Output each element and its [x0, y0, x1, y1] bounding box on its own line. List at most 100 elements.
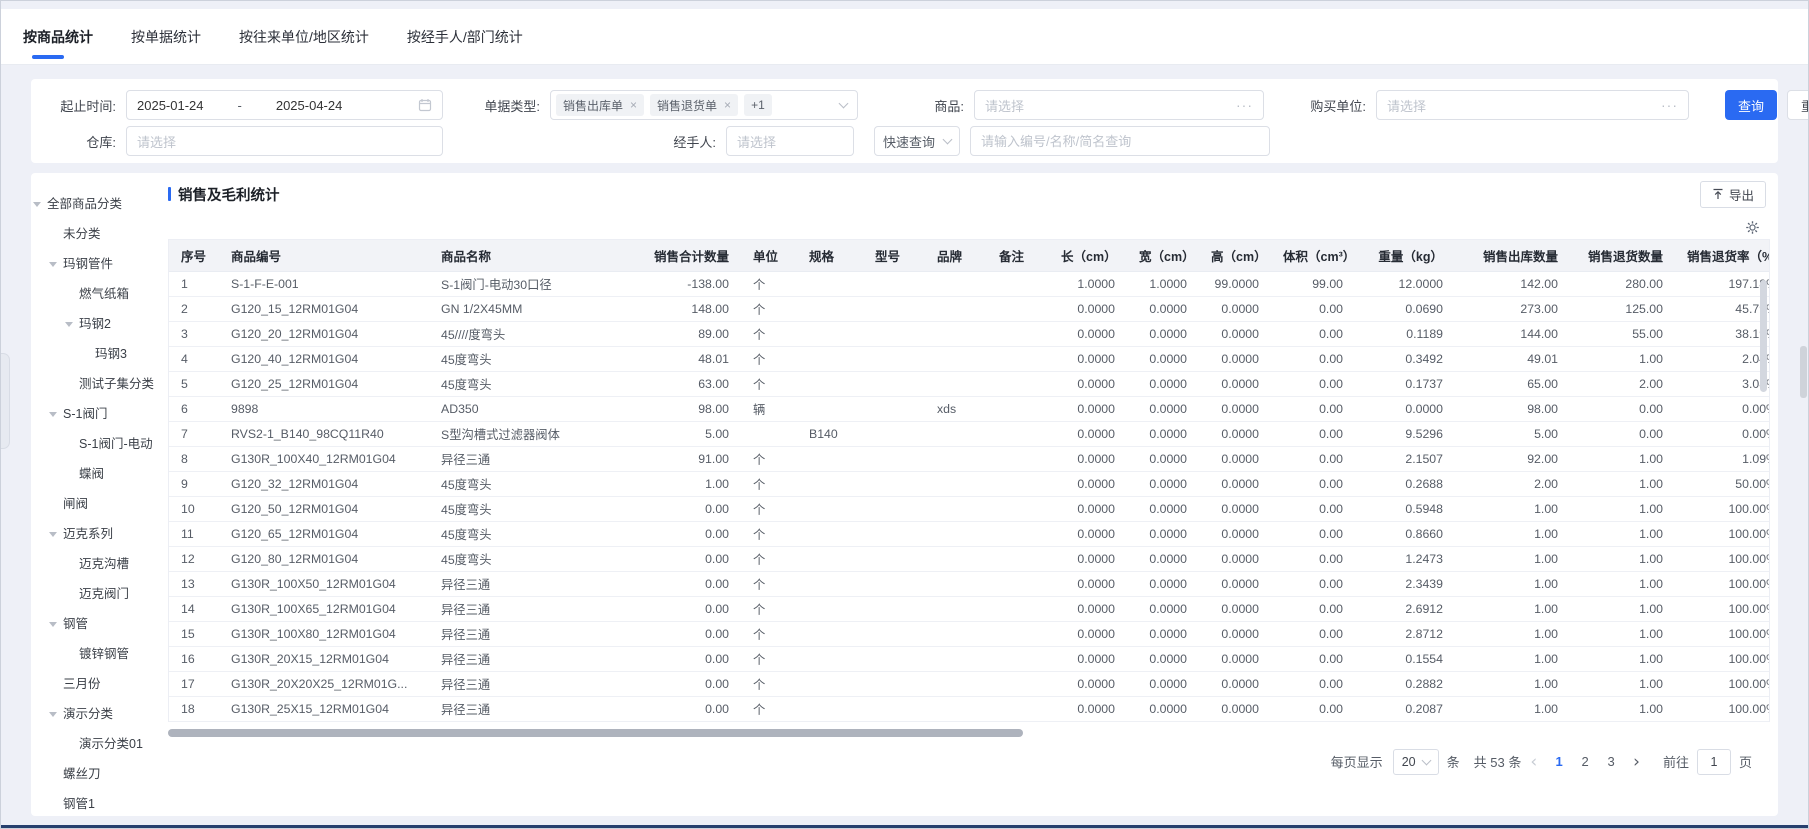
table-cell: 45度弯头	[429, 471, 624, 497]
quick-search-dropdown[interactable]: 快速查询	[874, 126, 960, 156]
table-cell: 1.00	[1455, 646, 1570, 672]
warehouse-select[interactable]: 请选择	[126, 126, 443, 156]
calendar-icon[interactable]	[418, 98, 432, 112]
tree-expand-icon[interactable]	[49, 261, 63, 267]
table-cell	[925, 496, 987, 522]
table-vertical-scrollbar[interactable]	[1760, 280, 1767, 392]
page-number[interactable]: 3	[1598, 754, 1624, 769]
buyer-select[interactable]: 请选择 ···	[1376, 90, 1689, 120]
tree-item[interactable]: 演示分类01	[33, 729, 166, 759]
keyword-search-input[interactable]	[970, 126, 1270, 156]
doc-type-more-tag[interactable]: +1	[744, 94, 772, 116]
prev-page-icon[interactable]: ‹	[1521, 752, 1546, 772]
page-number[interactable]: 1	[1546, 754, 1572, 769]
tag-close-icon[interactable]: ×	[630, 98, 637, 112]
table-cell	[863, 671, 925, 697]
table-cell: 个	[741, 646, 797, 672]
table-cell: 1.00	[1570, 646, 1675, 672]
tree-item[interactable]: 迈克系列	[33, 519, 166, 549]
tree-item[interactable]: 玛钢2	[33, 309, 166, 339]
tab-item[interactable]: 按经手人/部门统计	[407, 9, 523, 64]
goto-page-input[interactable]: 1	[1696, 748, 1731, 775]
table-cell	[925, 671, 987, 697]
table-cell: 0.0000	[1049, 421, 1127, 447]
sidebar-collapse-handle[interactable]	[1, 353, 10, 449]
date-range-picker[interactable]: 2025-01-24 - 2025-04-24	[126, 90, 443, 120]
table-cell: 0.0000	[1049, 321, 1127, 347]
handler-select[interactable]: 请选择	[726, 126, 854, 156]
tree-expand-icon[interactable]	[65, 321, 79, 327]
table-horizontal-scrollbar[interactable]	[168, 728, 1023, 737]
tree-expand-icon[interactable]	[49, 411, 63, 417]
table-cell: 个	[741, 571, 797, 597]
tree-item[interactable]: S-1阀门	[33, 399, 166, 429]
table-cell: 0.0000	[1199, 571, 1271, 597]
filter-row-1: 起止时间: 2025-01-24 - 2025-04-24 单据类型: 销售出库…	[53, 87, 1808, 123]
tree-item[interactable]: 螺丝刀	[33, 759, 166, 789]
tree-item[interactable]: 未分类	[33, 219, 166, 249]
tree-item[interactable]: S-1阀门-电动	[33, 429, 166, 459]
tree-item-label: 镀锌钢管	[79, 647, 130, 661]
tab-item[interactable]: 按商品统计	[23, 9, 93, 64]
tag-close-icon[interactable]: ×	[724, 98, 731, 112]
tree-expand-icon[interactable]	[33, 201, 47, 207]
table-cell: 1.0000	[1049, 271, 1127, 297]
tree-item[interactable]: 玛钢3	[33, 339, 166, 369]
tree-expand-icon	[49, 802, 63, 807]
doc-type-tag[interactable]: 销售出库单 ×	[556, 94, 645, 116]
page-vertical-scrollbar[interactable]	[1800, 346, 1807, 398]
per-page-select[interactable]: 20	[1392, 748, 1439, 775]
tree-item[interactable]: 测试子集分类	[33, 369, 166, 399]
query-button[interactable]: 查询	[1725, 90, 1778, 120]
product-select[interactable]: 请选择 ···	[974, 90, 1264, 120]
tab-item[interactable]: 按单据统计	[131, 9, 201, 64]
tree-item[interactable]: 全部商品分类	[33, 189, 166, 219]
table-cell: 50.00%	[1675, 471, 1769, 497]
table-cell: 1.00	[1570, 671, 1675, 697]
tree-expand-icon[interactable]	[49, 621, 63, 627]
tree-item[interactable]: 三月份	[33, 669, 166, 699]
table-cell: 100.00%	[1675, 546, 1769, 572]
tree-item[interactable]: 玛钢管件	[33, 249, 166, 279]
tree-item-label: 钢管1	[63, 797, 95, 810]
tree-item[interactable]: 蝶阀	[33, 459, 166, 489]
table-cell: xds	[925, 396, 987, 422]
table-cell: 1	[169, 271, 219, 297]
app-window: 按商品统计 按单据统计 按往来单位/地区统计 按经手人/部门统计 起止时间: 2025…	[0, 0, 1809, 829]
table-row: 10 G120_50_12RM01G04 45度弯头 0.00 个 0.0000 0.000…	[169, 496, 1769, 522]
page-number[interactable]: 2	[1572, 754, 1598, 769]
tree-item[interactable]: 燃气纸箱	[33, 279, 166, 309]
table-cell: 个	[741, 546, 797, 572]
page-title: 销售及毛利统计	[178, 187, 280, 204]
reset-button[interactable]: 重置	[1787, 90, 1808, 120]
doc-type-select[interactable]: 销售出库单 × 销售退货单 × +1	[550, 90, 858, 120]
table-cell: 1.00	[1570, 346, 1675, 372]
tree-item[interactable]: 钢管1	[33, 789, 166, 810]
tree-expand-icon[interactable]	[49, 531, 63, 537]
column-header: 型号	[863, 240, 925, 272]
table-cell	[925, 521, 987, 547]
table-cell: 1.00	[1455, 496, 1570, 522]
tree-item[interactable]: 迈克沟槽	[33, 549, 166, 579]
tab-item[interactable]: 按往来单位/地区统计	[239, 9, 369, 64]
tree-item[interactable]: 迈克阀门	[33, 579, 166, 609]
table-cell: 0.00	[624, 521, 741, 547]
doc-type-tag[interactable]: 销售退货单 ×	[650, 94, 739, 116]
tree-item[interactable]: 钢管	[33, 609, 166, 639]
gear-icon[interactable]	[1745, 220, 1760, 235]
tree-item[interactable]: 闸阀	[33, 489, 166, 519]
tree-item[interactable]: 镀锌钢管	[33, 639, 166, 669]
column-header: 规格	[797, 240, 863, 272]
tree-expand-icon[interactable]	[49, 711, 63, 717]
tree-expand-icon	[65, 292, 79, 297]
table-cell: RVS2-1_B140_98CQ11R40	[219, 421, 429, 447]
tree-item[interactable]: 演示分类	[33, 699, 166, 729]
table-cell: 0.00	[1570, 396, 1675, 422]
table-cell: 0.0000	[1127, 646, 1199, 672]
column-header: 高（cm）	[1199, 240, 1271, 272]
table-cell: 个	[741, 296, 797, 322]
table-cell: S-1阀门-电动30口径	[429, 271, 624, 297]
export-button[interactable]: 导出	[1699, 180, 1766, 208]
next-page-icon[interactable]: ›	[1624, 752, 1649, 772]
table-cell	[863, 396, 925, 422]
